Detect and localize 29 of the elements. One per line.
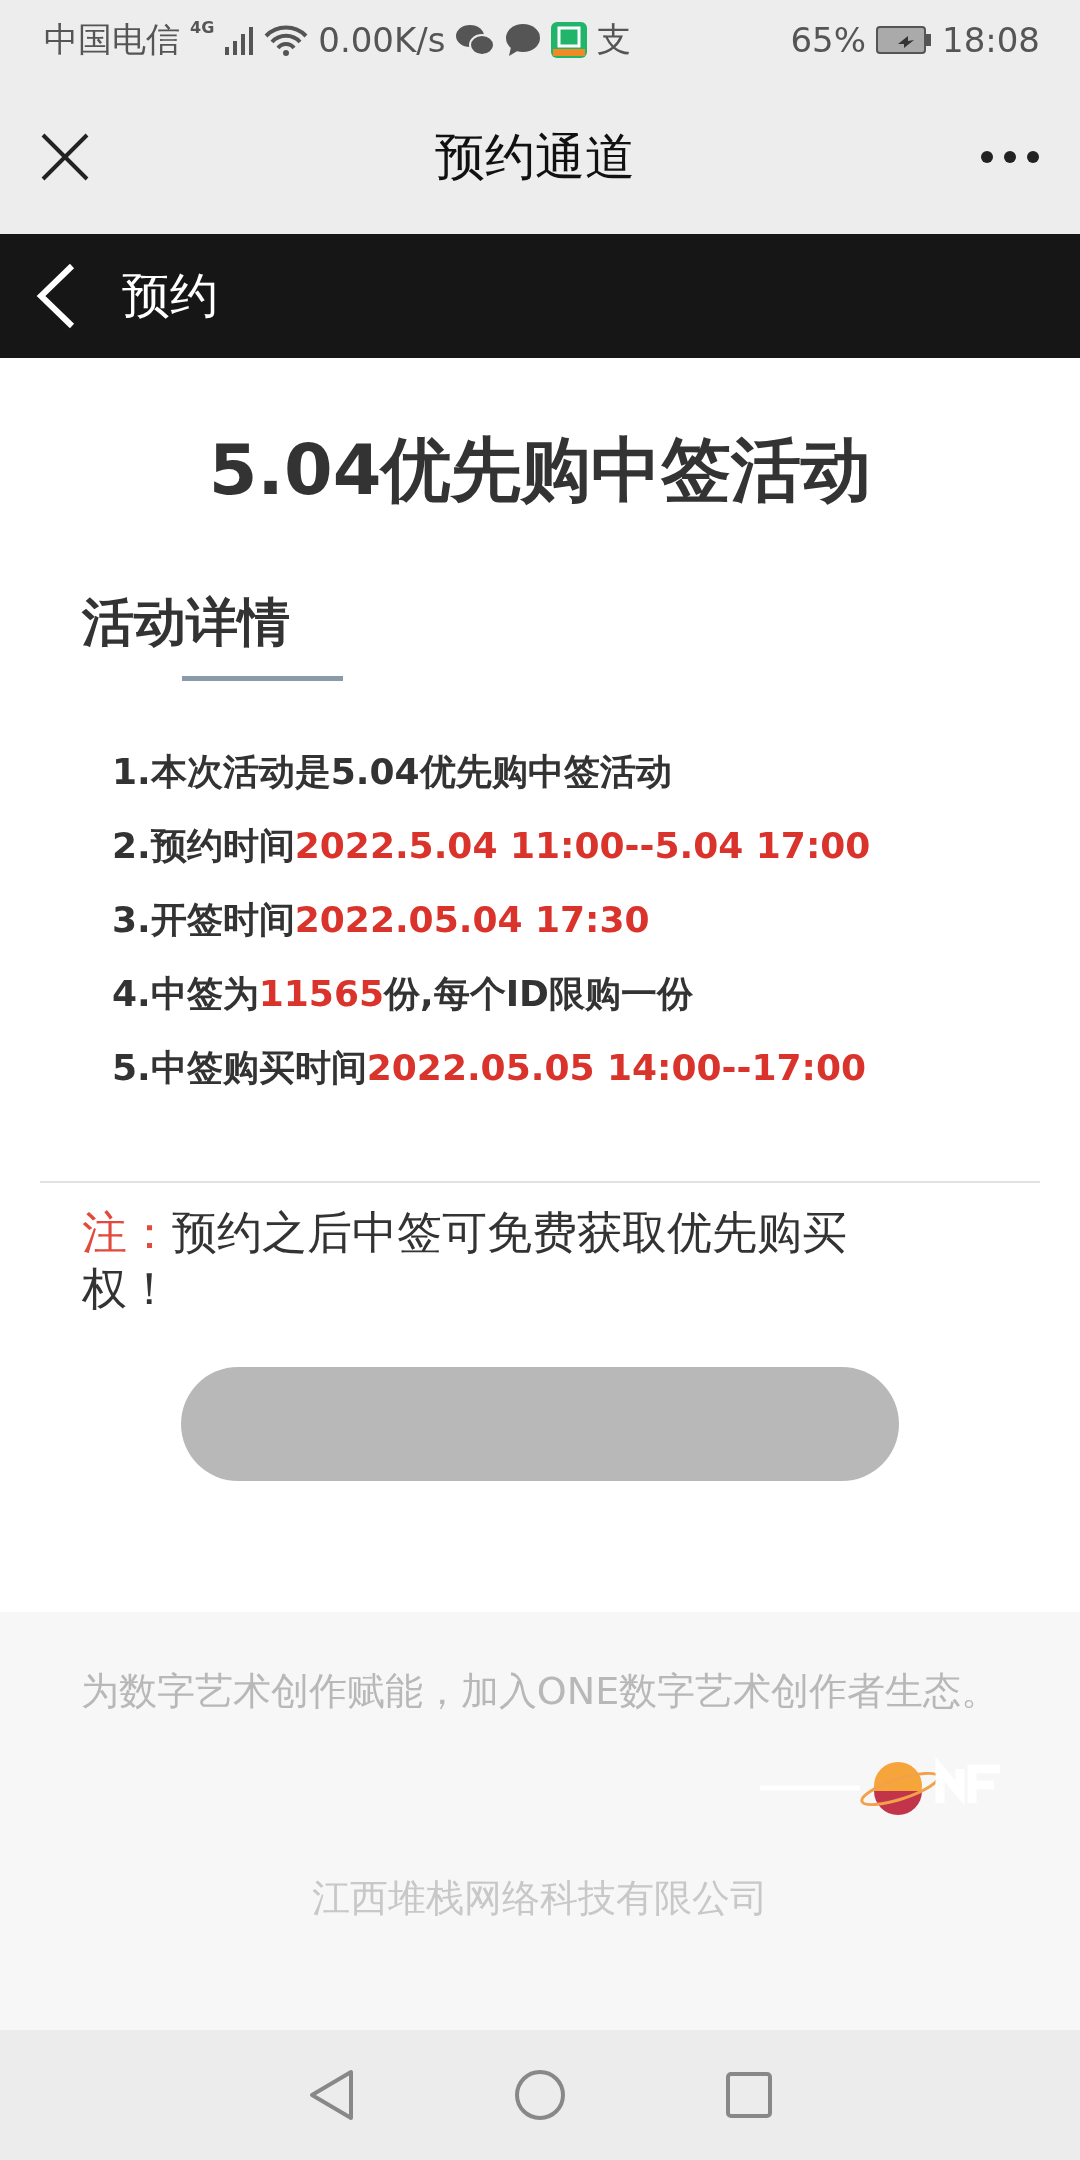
note-text: 注：预约之后中签可免费获取优先购买权！ [82,1205,848,1317]
network-type: 4G [190,18,215,37]
detail-line: 2.预约时间2022.5.04 11:00--5.04 17:00 [112,824,872,868]
page-title: 预约 [122,266,218,325]
section-title: 活动详情 [82,591,291,654]
back-key-icon[interactable] [308,2069,354,2121]
network-speed: 0.00K/s [318,20,446,60]
more-icon[interactable] [980,150,1040,164]
detail-line: 5.中签购买时间2022.05.05 14:00--17:00 [112,1046,868,1090]
activity-heading: 5.04优先购中签活动 [207,428,873,513]
app-icon [551,22,588,58]
detail-line: 4.中签为11565份,每个ID限购一份 [112,972,694,1016]
back-icon[interactable] [36,263,76,329]
recents-key-icon[interactable] [726,2072,772,2118]
home-key-icon[interactable] [514,2069,566,2121]
battery-icon [876,26,932,54]
wifi-icon [264,24,309,56]
close-icon[interactable] [40,132,90,182]
window-title: 预约通道 [435,126,635,188]
clock: 18:08 [942,20,1040,60]
battery-percent: 65% [790,20,866,60]
detail-line: 1.本次活动是5.04优先购中签活动 [112,750,673,794]
carrier-text: 中国电信 [44,18,180,61]
signal-icon [224,25,255,55]
alipay-glyph: 支 [597,18,632,61]
chat-icon [455,23,496,57]
detail-line: 3.开签时间2022.05.04 17:30 [112,898,651,942]
slogan-text: 为数字艺术创作赋能，加入ONE数字艺术创作者生态。 [80,1668,1000,1715]
message-icon [505,23,542,57]
